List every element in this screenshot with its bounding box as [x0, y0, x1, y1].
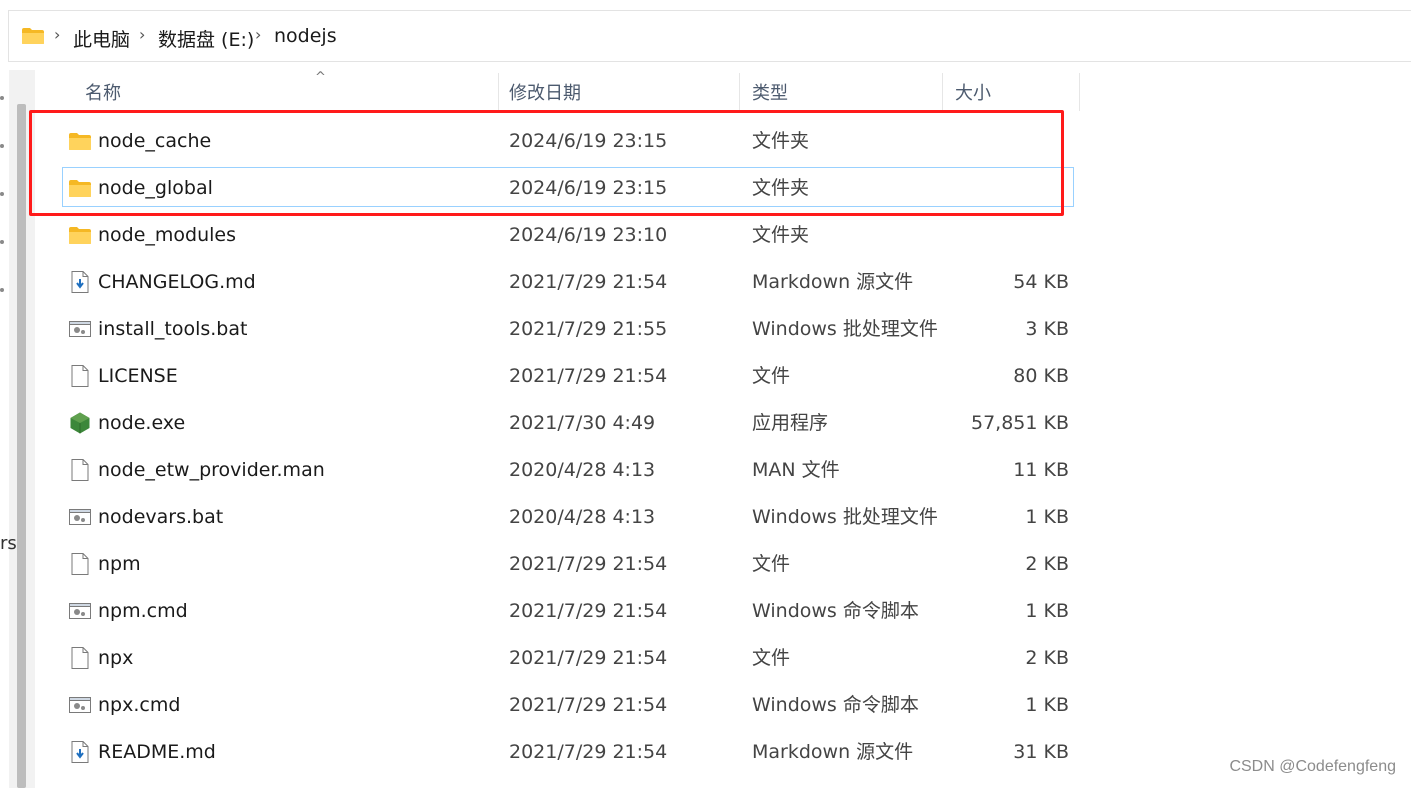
file-row[interactable]: node_modules 2024/6/19 23:10 文件夹	[62, 214, 1074, 254]
column-header-type[interactable]: 类型	[740, 73, 943, 111]
file-modified-date: 2021/7/29 21:54	[509, 647, 668, 669]
file-row[interactable]: node.exe 2021/7/30 4:49 应用程序 57,851 KB	[62, 402, 1074, 442]
file-row[interactable]: npx 2021/7/29 21:54 文件 2 KB	[62, 637, 1074, 677]
file-modified-date: 2021/7/30 4:49	[509, 412, 656, 434]
file-modified-date: 2020/4/28 4:13	[509, 506, 656, 528]
file-size: 1 KB	[1025, 694, 1069, 716]
markdown-file-icon	[68, 271, 92, 293]
blank-file-icon	[68, 553, 92, 575]
nav-scrollbar-thumb[interactable]	[17, 104, 26, 788]
breadcrumb-this-pc[interactable]: 此电脑	[73, 25, 130, 52]
file-name: npx.cmd	[98, 694, 181, 716]
file-row[interactable]: node_etw_provider.man 2020/4/28 4:13 MAN 文…	[62, 449, 1074, 489]
file-size: 2 KB	[1025, 647, 1069, 669]
file-modified-date: 2021/7/29 21:54	[509, 365, 668, 387]
nav-expand-icon[interactable]	[0, 240, 4, 244]
file-row[interactable]: npm.cmd 2021/7/29 21:54 Windows 命令脚本 1 KB	[62, 590, 1074, 630]
file-type: Windows 批处理文件	[752, 318, 938, 340]
nodejs-hexagon-icon	[68, 412, 92, 434]
folder-icon	[68, 224, 92, 246]
file-type: Windows 命令脚本	[752, 694, 919, 716]
nav-expand-icon[interactable]	[0, 144, 4, 148]
file-type: 文件	[752, 365, 791, 387]
file-name: npm	[98, 553, 141, 575]
nav-item-label-cut: rs	[0, 533, 17, 554]
blank-file-icon	[68, 365, 92, 387]
chevron-right-icon[interactable]: ›	[54, 25, 60, 44]
file-name: node_modules	[98, 224, 237, 246]
watermark: CSDN @Codefengfeng	[1229, 758, 1396, 775]
column-header-name[interactable]: 名称	[73, 73, 499, 111]
column-header-size[interactable]: 大小	[943, 73, 1080, 111]
file-row[interactable]: LICENSE 2021/7/29 21:54 文件 80 KB	[62, 355, 1074, 395]
file-name: install_tools.bat	[98, 318, 248, 340]
file-name: npm.cmd	[98, 600, 188, 622]
file-type: Markdown 源文件	[752, 741, 914, 763]
file-row[interactable]: npx.cmd 2021/7/29 21:54 Windows 命令脚本 1 KB	[62, 684, 1074, 724]
breadcrumb-data-drive[interactable]: 数据盘 (E:)	[158, 25, 254, 52]
nav-expand-icon[interactable]	[0, 288, 4, 292]
file-type: Markdown 源文件	[752, 271, 914, 293]
file-size: 2 KB	[1025, 553, 1069, 575]
folder-icon	[22, 28, 44, 44]
file-row[interactable]: install_tools.bat 2021/7/29 21:55 Windows …	[62, 308, 1074, 348]
file-type: 文件	[752, 647, 791, 669]
file-modified-date: 2024/6/19 23:10	[509, 224, 668, 246]
file-type: 文件夹	[752, 224, 810, 246]
file-size: 57,851 KB	[970, 412, 1069, 434]
batch-file-icon	[68, 318, 92, 340]
address-bar[interactable]: › 此电脑 › 数据盘 (E:) › nodejs	[8, 10, 1411, 62]
file-modified-date: 2020/4/28 4:13	[509, 459, 656, 481]
batch-file-icon	[68, 600, 92, 622]
batch-file-icon	[68, 694, 92, 716]
file-size: 31 KB	[1013, 741, 1069, 763]
chevron-right-icon[interactable]: ›	[139, 25, 145, 44]
file-row[interactable]: README.md 2021/7/29 21:54 Markdown 源文件 31 K…	[62, 731, 1074, 771]
column-header: ^ 名称 修改日期 类型 大小	[36, 70, 1081, 111]
nav-expand-icon[interactable]	[0, 192, 4, 196]
breadcrumb-nodejs[interactable]: nodejs	[274, 25, 337, 47]
file-row[interactable]: npm 2021/7/29 21:54 文件 2 KB	[62, 543, 1074, 583]
file-type: 应用程序	[752, 412, 829, 434]
batch-file-icon	[68, 506, 92, 528]
file-type: Windows 批处理文件	[752, 506, 938, 528]
file-modified-date: 2021/7/29 21:54	[509, 271, 668, 293]
nav-expand-icon[interactable]	[0, 96, 4, 100]
highlight-box	[29, 110, 1064, 216]
file-type: 文件	[752, 553, 791, 575]
chevron-right-icon[interactable]: ›	[255, 25, 261, 44]
file-name: node_etw_provider.man	[98, 459, 325, 481]
column-header-date[interactable]: 修改日期	[497, 73, 740, 111]
file-size: 54 KB	[1013, 271, 1069, 293]
file-modified-date: 2021/7/29 21:54	[509, 600, 668, 622]
file-name: CHANGELOG.md	[98, 271, 256, 293]
file-name: npx	[98, 647, 134, 669]
file-type: Windows 命令脚本	[752, 600, 919, 622]
file-modified-date: 2021/7/29 21:54	[509, 694, 668, 716]
file-type: MAN 文件	[752, 459, 840, 481]
file-name: LICENSE	[98, 365, 178, 387]
file-size: 1 KB	[1025, 600, 1069, 622]
blank-file-icon	[68, 459, 92, 481]
file-size: 3 KB	[1025, 318, 1069, 340]
file-modified-date: 2021/7/29 21:54	[509, 741, 668, 763]
markdown-file-icon	[68, 741, 92, 763]
file-size: 11 KB	[1013, 459, 1069, 481]
file-size: 80 KB	[1013, 365, 1069, 387]
file-size: 1 KB	[1025, 506, 1069, 528]
file-modified-date: 2021/7/29 21:54	[509, 553, 668, 575]
file-row[interactable]: nodevars.bat 2020/4/28 4:13 Windows 批处理文件 1…	[62, 496, 1074, 536]
file-modified-date: 2021/7/29 21:55	[509, 318, 668, 340]
blank-file-icon	[68, 647, 92, 669]
file-name: node.exe	[98, 412, 186, 434]
file-name: README.md	[98, 741, 216, 763]
file-name: nodevars.bat	[98, 506, 224, 528]
file-row[interactable]: CHANGELOG.md 2021/7/29 21:54 Markdown 源文件 5…	[62, 261, 1074, 301]
